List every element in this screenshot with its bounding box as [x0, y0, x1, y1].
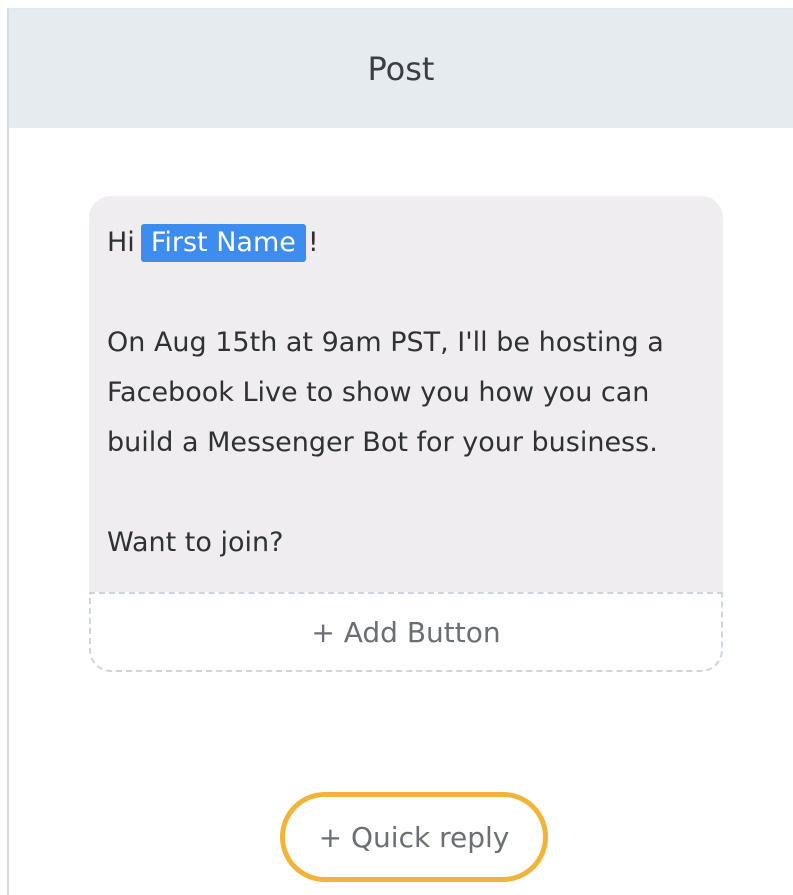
greeting-prefix: Hi [107, 227, 135, 258]
post-editor-panel: Post Hi First Name! On Aug 15th at 9am PS… [7, 8, 793, 895]
message-card[interactable]: Hi First Name! On Aug 15th at 9am PST, I'… [89, 196, 723, 672]
first-name-variable-tag[interactable]: First Name [140, 224, 306, 262]
message-body: On Aug 15th at 9am PST, I'll be hosting … [107, 327, 664, 458]
greeting-suffix: ! [307, 227, 319, 258]
quick-reply-label: + Quick reply [318, 820, 510, 854]
message-text[interactable]: Hi First Name! On Aug 15th at 9am PST, I'… [89, 196, 723, 592]
page-title: Post [367, 49, 435, 88]
greeting-line: Hi First Name! [107, 218, 703, 268]
message-question: Want to join? [107, 527, 284, 558]
quick-reply-button[interactable]: + Quick reply [280, 792, 548, 882]
add-button-label: + Add Button [311, 615, 501, 649]
add-button[interactable]: + Add Button [89, 592, 723, 672]
post-header: Post [9, 9, 793, 128]
